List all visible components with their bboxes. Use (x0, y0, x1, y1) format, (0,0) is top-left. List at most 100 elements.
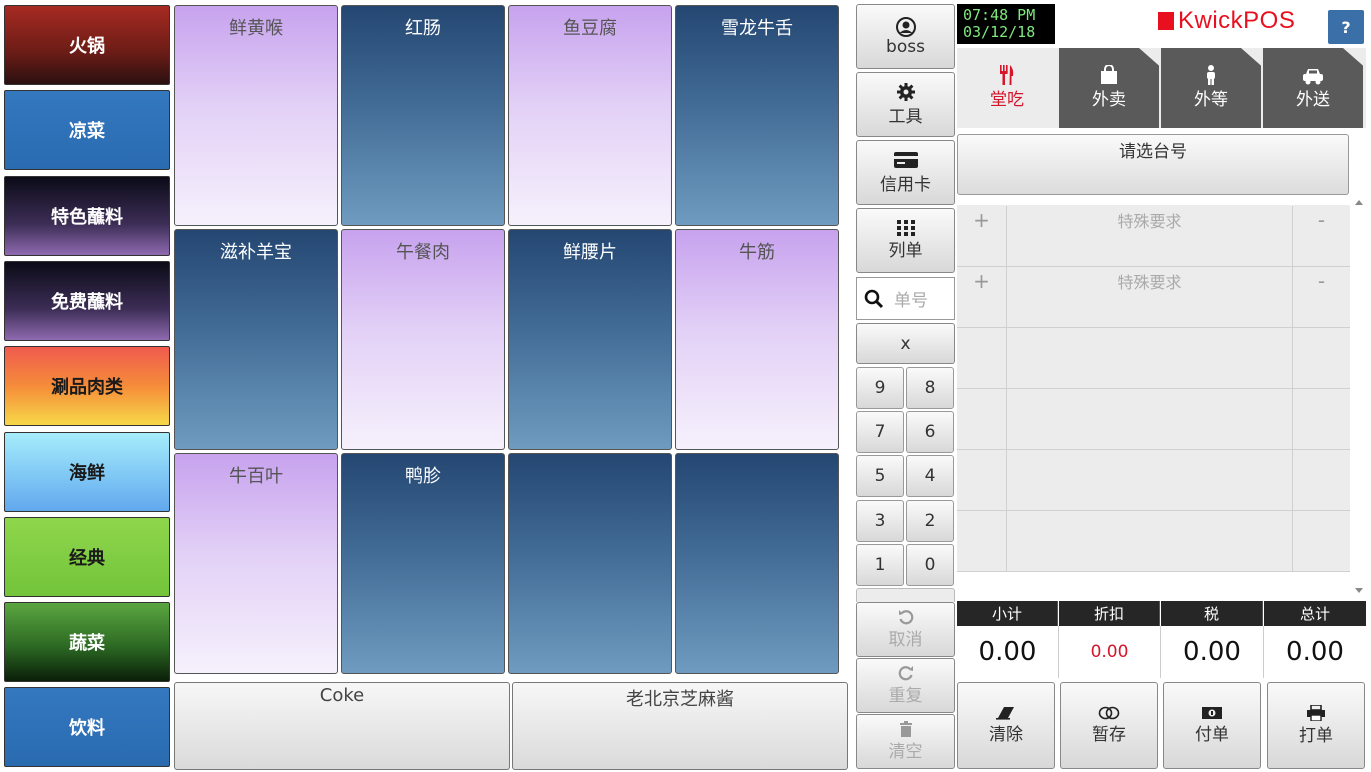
order-scrollbar[interactable] (1352, 198, 1366, 598)
tools-button[interactable]: 工具 (856, 72, 955, 137)
keypad-1[interactable]: 1 (856, 544, 904, 586)
list-label: 列单 (888, 241, 923, 261)
keypad-5[interactable]: 5 (856, 455, 904, 497)
category-classic[interactable]: 经典 (4, 517, 170, 597)
brand-square-icon (1158, 12, 1174, 30)
menu-item[interactable]: 雪龙牛舌 (675, 5, 839, 226)
tab-delivery[interactable]: 外送 (1263, 48, 1363, 128)
key-label: 0 (924, 555, 936, 575)
keypad-7[interactable]: 7 (856, 411, 904, 453)
pos-screen: 火锅 凉菜 特色蘸料 免费蘸料 涮品肉类 海鲜 经典 蔬菜 饮料 鲜黄喉 红肠 … (0, 0, 1371, 772)
user-button[interactable]: boss (856, 4, 955, 69)
keypad-9[interactable]: 9 (856, 367, 904, 409)
repeat-label: 重复 (888, 686, 923, 706)
category-meat[interactable]: 涮品肉类 (4, 346, 170, 426)
menu-item[interactable]: 鸭胗 (341, 453, 505, 674)
help-button[interactable]: ? (1328, 10, 1364, 44)
category-label: 经典 (69, 548, 105, 569)
tab-pickup[interactable]: 外等 (1161, 48, 1261, 128)
search-input[interactable]: 单号 (894, 286, 928, 311)
keypad-3[interactable]: 3 (856, 500, 904, 542)
menu-item-label: 红肠 (405, 18, 441, 39)
cancel-button[interactable]: 取消 (856, 602, 955, 657)
tax-value: 0.00 (1161, 626, 1264, 678)
link-icon (1098, 706, 1120, 720)
menu-item[interactable]: 鱼豆腐 (508, 5, 672, 226)
category-label: 免费蘸料 (51, 292, 123, 313)
remove-button[interactable]: - (1293, 267, 1350, 327)
special-request[interactable]: 特殊要求 (1007, 206, 1293, 266)
category-drinks[interactable]: 饮料 (4, 687, 170, 767)
tab-takeout[interactable]: 外卖 (1059, 48, 1159, 128)
search-icon (864, 289, 884, 308)
add-button[interactable]: + (957, 206, 1007, 266)
keypad-0[interactable]: 0 (906, 544, 954, 586)
category-hotpot[interactable]: 火锅 (4, 5, 170, 85)
credit-card-button[interactable]: 信用卡 (856, 140, 955, 205)
keypad-4[interactable]: 4 (906, 455, 954, 497)
cancel-label: 取消 (888, 630, 923, 650)
quick-item-sesame-sauce[interactable]: 老北京芝麻酱 (512, 682, 848, 770)
key-label: 2 (924, 511, 936, 531)
printer-icon (1307, 705, 1325, 721)
category-free-sauce[interactable]: 免费蘸料 (4, 261, 170, 341)
empty-label: 清空 (888, 742, 923, 762)
row-cell (1007, 511, 1293, 571)
row-cell (957, 328, 1007, 388)
order-row-empty (957, 511, 1350, 572)
keypad-2[interactable]: 2 (906, 500, 954, 542)
row-cell (1293, 389, 1350, 449)
subtotal-value: 0.00 (957, 626, 1059, 678)
row-cell (957, 389, 1007, 449)
select-table-button[interactable]: 请选台号 (957, 134, 1349, 195)
remove-button[interactable]: - (1293, 206, 1350, 266)
print-label: 打单 (1299, 726, 1333, 746)
menu-item[interactable]: 鲜腰片 (508, 229, 672, 450)
empty-button[interactable]: 清空 (856, 714, 955, 769)
quick-item-coke[interactable]: Coke (174, 682, 510, 770)
scroll-down-arrow[interactable] (1355, 588, 1363, 593)
menu-item[interactable]: 红肠 (341, 5, 505, 226)
menu-item-empty[interactable] (675, 453, 839, 674)
clear-x-button[interactable]: x (856, 323, 955, 364)
row-cell (1293, 511, 1350, 571)
keypad-6[interactable]: 6 (906, 411, 954, 453)
tab-label: 外卖 (1092, 90, 1126, 110)
key-label: 3 (874, 511, 886, 531)
user-icon (895, 16, 916, 37)
undo-icon (898, 610, 913, 625)
category-cold-dishes[interactable]: 凉菜 (4, 90, 170, 170)
repeat-button[interactable]: 重复 (856, 658, 955, 713)
shopping-bag-icon (1101, 65, 1117, 84)
menu-item[interactable]: 滋补羊宝 (174, 229, 338, 450)
menu-item-empty[interactable] (508, 453, 672, 674)
row-cell (1293, 328, 1350, 388)
menu-item-label: 牛筋 (739, 242, 775, 263)
clear-button[interactable]: 清除 (957, 682, 1055, 769)
key-label: 7 (874, 422, 886, 442)
menu-item[interactable]: 午餐肉 (341, 229, 505, 450)
clear-x-label: x (900, 333, 911, 354)
hold-button[interactable]: 暂存 (1060, 682, 1158, 769)
tab-label: 外送 (1296, 90, 1330, 110)
eraser-icon (996, 707, 1014, 720)
category-special-sauce[interactable]: 特色蘸料 (4, 176, 170, 256)
special-request[interactable]: 特殊要求 (1007, 267, 1293, 327)
menu-item[interactable]: 牛筋 (675, 229, 839, 450)
category-label: 蔬菜 (69, 633, 105, 654)
keypad-8[interactable]: 8 (906, 367, 954, 409)
category-vegetables[interactable]: 蔬菜 (4, 602, 170, 682)
menu-item-label: 雪龙牛舌 (721, 18, 793, 39)
add-button[interactable]: + (957, 267, 1007, 327)
print-button[interactable]: 打单 (1267, 682, 1365, 769)
list-button[interactable]: 列单 (856, 208, 955, 273)
scroll-up-arrow[interactable] (1355, 200, 1363, 205)
order-search-box[interactable]: 单号 (856, 277, 955, 320)
category-seafood[interactable]: 海鲜 (4, 432, 170, 512)
menu-item[interactable]: 牛百叶 (174, 453, 338, 674)
menu-item[interactable]: 鲜黄喉 (174, 5, 338, 226)
discount-value: 0.00 (1059, 626, 1161, 678)
pay-button[interactable]: 付单 (1163, 682, 1261, 769)
tab-dine-in[interactable]: 堂吃 (957, 48, 1057, 128)
tab-label: 外等 (1194, 90, 1228, 110)
